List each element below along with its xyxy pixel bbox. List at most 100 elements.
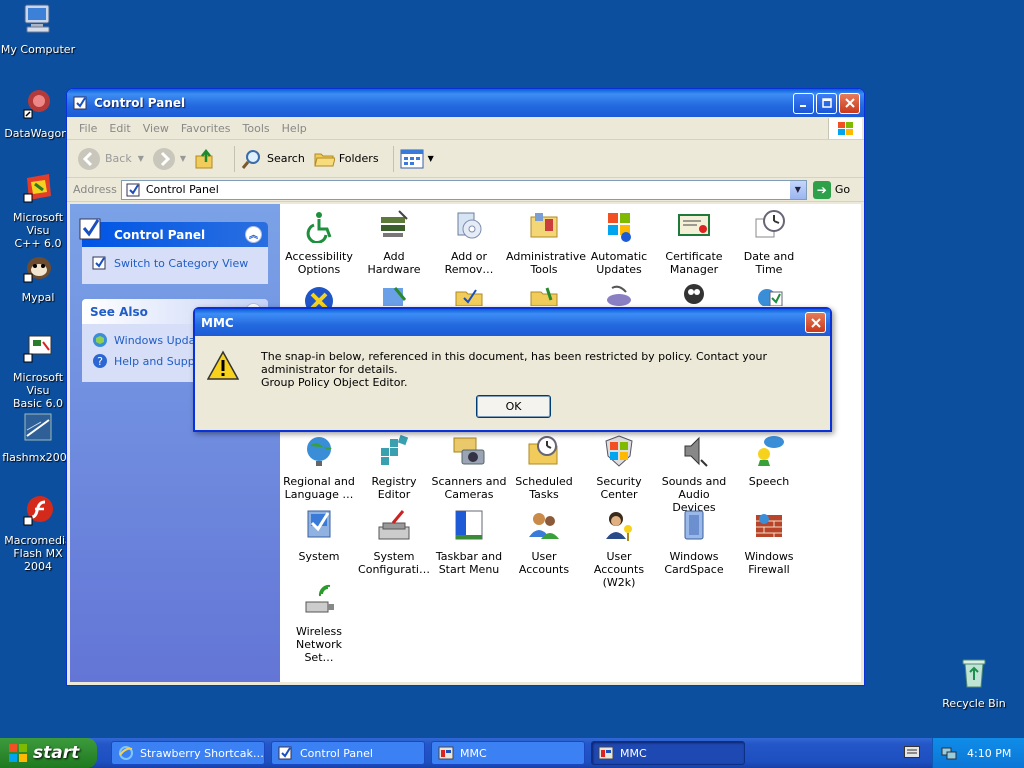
cp-item-user-accounts[interactable]: User Accounts — [506, 509, 582, 576]
window-titlebar[interactable]: Control Panel — [67, 89, 864, 117]
collapse-chevron-icon[interactable]: ︽ — [245, 226, 262, 243]
dialog-close-button[interactable] — [805, 312, 826, 333]
network-tray-icon[interactable] — [941, 745, 957, 761]
cp-item-accessibility[interactable]: Accessibility Options — [281, 209, 357, 276]
desktop-icon-visual-cpp[interactable]: Microsoft Visu C++ 6.0 — [0, 170, 76, 250]
cp-item-regional-language[interactable]: Regional and Language … — [281, 434, 357, 501]
keyboard-icon[interactable] — [904, 746, 920, 758]
back-dropdown-icon[interactable]: ▼ — [138, 154, 144, 163]
desktop-icon-label: Macromedia Flash MX 2004 — [4, 534, 72, 573]
windows-firewall-icon — [756, 514, 782, 537]
mmc-icon — [438, 746, 454, 760]
partial-icon-game-controllers[interactable] — [602, 284, 636, 306]
partial-icon-internet-options[interactable] — [677, 280, 711, 306]
taskbar-button-control-panel[interactable]: Control Panel — [271, 741, 425, 765]
dialog-titlebar[interactable]: MMC — [195, 309, 830, 336]
forward-button[interactable]: ▼ — [152, 147, 186, 171]
menu-tools[interactable]: Tools — [237, 122, 276, 135]
cp-item-add-remove[interactable]: Add or Remov… — [431, 209, 507, 276]
desktop-icon-visual-basic[interactable]: Microsoft Visu Basic 6.0 — [0, 330, 76, 410]
minimize-icon — [799, 105, 806, 107]
cp-item-certificate-manager[interactable]: Certificate Manager — [656, 209, 732, 276]
address-value: Control Panel — [145, 183, 219, 196]
menu-favorites[interactable]: Favorites — [175, 122, 237, 135]
cp-item-label: Administrative Tools — [506, 250, 587, 276]
forward-dropdown-icon[interactable]: ▼ — [180, 154, 186, 163]
cp-item-registry-editor[interactable]: Registry Editor — [356, 434, 432, 501]
cp-item-administrative-tools[interactable]: Administrative Tools — [506, 209, 587, 276]
taskbar-button-label: MMC — [460, 746, 487, 760]
system-tray: 4:10 PM — [932, 738, 1024, 768]
back-button[interactable]: Back ▼ — [77, 147, 144, 171]
visual-cpp-icon — [23, 174, 51, 203]
cp-item-speech[interactable]: Speech — [731, 434, 807, 488]
clock[interactable]: 4:10 PM — [967, 747, 1011, 760]
dialog-message-line2: Group Policy Object Editor. — [261, 376, 408, 389]
desktop-icon-recycle-bin[interactable]: Recycle Bin — [936, 656, 1012, 710]
search-button[interactable]: Search — [241, 148, 305, 170]
cp-item-wireless-network[interactable]: Wireless Network Set… — [281, 584, 357, 664]
desktop-icon-macromedia-flash[interactable]: Macromedia Flash MX 2004 — [0, 493, 76, 573]
cp-item-label: Regional and Language … — [283, 475, 355, 501]
control-panel-panel-header[interactable]: Control Panel ︽ — [79, 218, 268, 247]
cp-item-windows-cardspace[interactable]: Windows CardSpace — [656, 509, 732, 576]
cp-item-windows-firewall[interactable]: Windows Firewall — [731, 509, 807, 576]
forward-arrow-icon — [152, 147, 175, 170]
taskbar-button-mmc-1[interactable]: MMC — [431, 741, 585, 765]
control-panel-items: Accessibility Options Add Hardware Add o… — [280, 204, 861, 682]
cp-item-user-accounts-w2k[interactable]: User Accounts (W2k) — [581, 509, 657, 589]
cp-item-scheduled-tasks[interactable]: Scheduled Tasks — [506, 434, 582, 501]
cp-item-label: Wireless Network Set… — [295, 625, 343, 664]
views-button[interactable]: ▼ — [400, 149, 434, 169]
partial-icon-network[interactable] — [752, 284, 786, 306]
menu-help[interactable]: Help — [276, 122, 313, 135]
partial-icon-folder-options[interactable] — [452, 284, 486, 306]
cp-item-label: Accessibility Options — [285, 250, 353, 276]
go-button[interactable]: ➔ Go — [812, 180, 850, 199]
start-button[interactable]: start — [0, 738, 97, 768]
maximize-button[interactable] — [816, 92, 837, 114]
cp-item-add-hardware[interactable]: Add Hardware — [356, 209, 432, 276]
desktop-icon-mypal[interactable]: Mypal — [0, 250, 76, 304]
partial-icon-display[interactable] — [377, 284, 411, 306]
folders-button[interactable]: Folders — [313, 148, 379, 170]
cp-item-system[interactable]: System — [281, 509, 357, 563]
partial-icon-fonts[interactable] — [527, 284, 561, 306]
switch-view-label: Switch to Category View — [114, 256, 249, 270]
address-dropdown-icon[interactable]: ▼ — [789, 180, 806, 199]
ok-button[interactable]: OK — [476, 395, 551, 418]
switch-category-view-link[interactable]: Switch to Category View — [92, 255, 258, 271]
mmc-dialog: MMC The snap-in below, referenced in thi… — [193, 307, 832, 432]
up-button[interactable] — [194, 148, 220, 170]
cp-item-automatic-updates[interactable]: Automatic Updates — [581, 209, 657, 276]
desktop-icon-label: Mypal — [21, 291, 55, 304]
cp-item-date-time[interactable]: Date and Time — [731, 209, 807, 276]
cp-item-label: User Accounts — [518, 550, 570, 576]
control-panel-panel-title: Control Panel — [114, 227, 206, 242]
cp-item-label: Scanners and Cameras — [431, 475, 507, 501]
desktop-icon-flashmx[interactable]: flashmx2004 — [0, 410, 76, 464]
cp-item-scanners-cameras[interactable]: Scanners and Cameras — [431, 434, 507, 501]
minimize-button[interactable] — [793, 92, 814, 114]
address-input[interactable]: Control Panel ▼ — [120, 179, 807, 200]
cp-item-security-center[interactable]: Security Center — [581, 434, 657, 501]
address-bar: Address Control Panel ▼ ➔ Go — [67, 178, 864, 202]
system-icon — [307, 510, 331, 538]
cp-item-label: Registry Editor — [371, 475, 417, 501]
cp-item-taskbar-start-menu[interactable]: Taskbar and Start Menu — [431, 509, 507, 576]
recycle-bin-icon — [962, 659, 986, 688]
menu-file[interactable]: File — [73, 122, 103, 135]
control-panel-icon — [79, 218, 101, 240]
close-button[interactable] — [839, 92, 860, 114]
toolbar-separator — [234, 145, 236, 172]
desktop-icon-my-computer[interactable]: My Computer — [0, 2, 76, 56]
menu-edit[interactable]: Edit — [103, 122, 136, 135]
cp-item-system-configuration[interactable]: System Configurati… — [356, 509, 432, 576]
desktop-icon-datawagon[interactable]: DataWagon. — [0, 86, 76, 140]
menu-view[interactable]: View — [137, 122, 175, 135]
cp-item-label: Add Hardware — [367, 250, 421, 276]
taskbar-button-strawberry[interactable]: Strawberry Shortcak… — [111, 741, 265, 765]
mypal-icon — [23, 257, 51, 283]
taskbar-button-mmc-2[interactable]: MMC — [591, 741, 745, 765]
cp-item-sounds-audio[interactable]: Sounds and Audio Devices — [656, 434, 732, 514]
